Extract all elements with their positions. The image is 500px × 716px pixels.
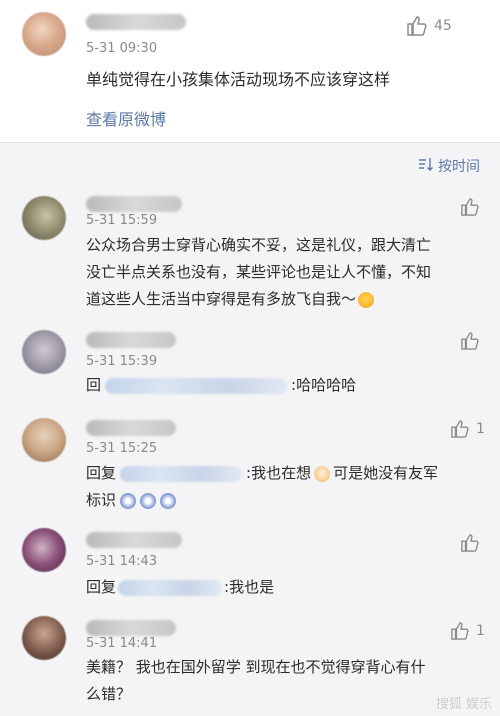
reply-mention-link[interactable] xyxy=(118,579,223,596)
avatar[interactable] xyxy=(22,528,66,572)
like-count: 1 xyxy=(476,421,485,437)
comment-time: 5-31 15:39 xyxy=(86,354,158,369)
username[interactable] xyxy=(86,620,176,636)
comment-time: 5-31 15:59 xyxy=(86,213,158,228)
comment-text: 回:哈哈哈哈 xyxy=(86,376,357,394)
thumbs-up-icon xyxy=(406,16,428,36)
emoji-icon xyxy=(140,492,157,509)
view-original-link[interactable]: 查看原微博 xyxy=(86,106,166,130)
username[interactable] xyxy=(86,420,176,436)
avatar[interactable] xyxy=(22,616,66,660)
like-count: 1 xyxy=(476,623,485,639)
comment-time: 5-31 15:25 xyxy=(86,441,158,456)
username[interactable] xyxy=(86,532,182,548)
emoji-icon xyxy=(120,492,137,509)
watermark: 搜狐 娱乐 xyxy=(435,697,492,712)
comment-text: 回复:我也是 xyxy=(86,578,275,596)
username[interactable] xyxy=(86,14,186,30)
thumbs-up-icon xyxy=(460,534,480,552)
divider xyxy=(0,142,500,143)
comment-text: 公众场合男士穿背心确实不妥，这是礼仪，跟大清亡 没亡半点关系也没有，某些评论也是… xyxy=(86,236,432,308)
like-button[interactable]: 45 xyxy=(406,16,452,36)
like-button[interactable]: 1 xyxy=(450,420,485,438)
comment-text: 美籍？ 我也在国外留学 到现在也不觉得穿背心有什 么错？ xyxy=(86,658,426,703)
thumbs-up-icon xyxy=(450,622,470,640)
reply-mention-link[interactable] xyxy=(120,465,243,482)
comment-text: 回复:我也在想 可是她没有友军 标识 xyxy=(86,464,439,509)
like-button[interactable] xyxy=(460,198,480,216)
emoji-icon xyxy=(358,291,375,308)
sort-icon xyxy=(418,157,434,175)
reply-mention-link[interactable] xyxy=(105,377,288,394)
comment-time: 5-31 14:41 xyxy=(86,636,158,651)
sort-by-time-button[interactable]: 按时间 xyxy=(418,156,480,176)
like-button[interactable]: 1 xyxy=(450,622,485,640)
username[interactable] xyxy=(86,332,176,348)
like-button[interactable] xyxy=(460,534,480,552)
like-count: 45 xyxy=(434,18,452,34)
original-comment-card: 5-31 09:30 单纯觉得在小孩集体活动现场不应该穿这样 查看原微博 45 xyxy=(0,0,500,142)
emoji-icon xyxy=(160,492,177,509)
thumbs-up-icon xyxy=(460,332,480,350)
thumbs-up-icon xyxy=(450,420,470,438)
comment-time: 5-31 09:30 xyxy=(86,41,158,56)
username[interactable] xyxy=(86,196,182,212)
avatar[interactable] xyxy=(22,418,66,462)
thumbs-up-icon xyxy=(460,198,480,216)
avatar[interactable] xyxy=(22,196,66,240)
sort-label: 按时间 xyxy=(438,159,480,175)
avatar[interactable] xyxy=(22,12,66,56)
like-button[interactable] xyxy=(460,332,480,350)
cat-emoji-icon xyxy=(314,465,331,482)
comment-time: 5-31 14:43 xyxy=(86,554,158,569)
avatar[interactable] xyxy=(22,330,66,374)
comment-text: 单纯觉得在小孩集体活动现场不应该穿这样 xyxy=(86,70,391,89)
